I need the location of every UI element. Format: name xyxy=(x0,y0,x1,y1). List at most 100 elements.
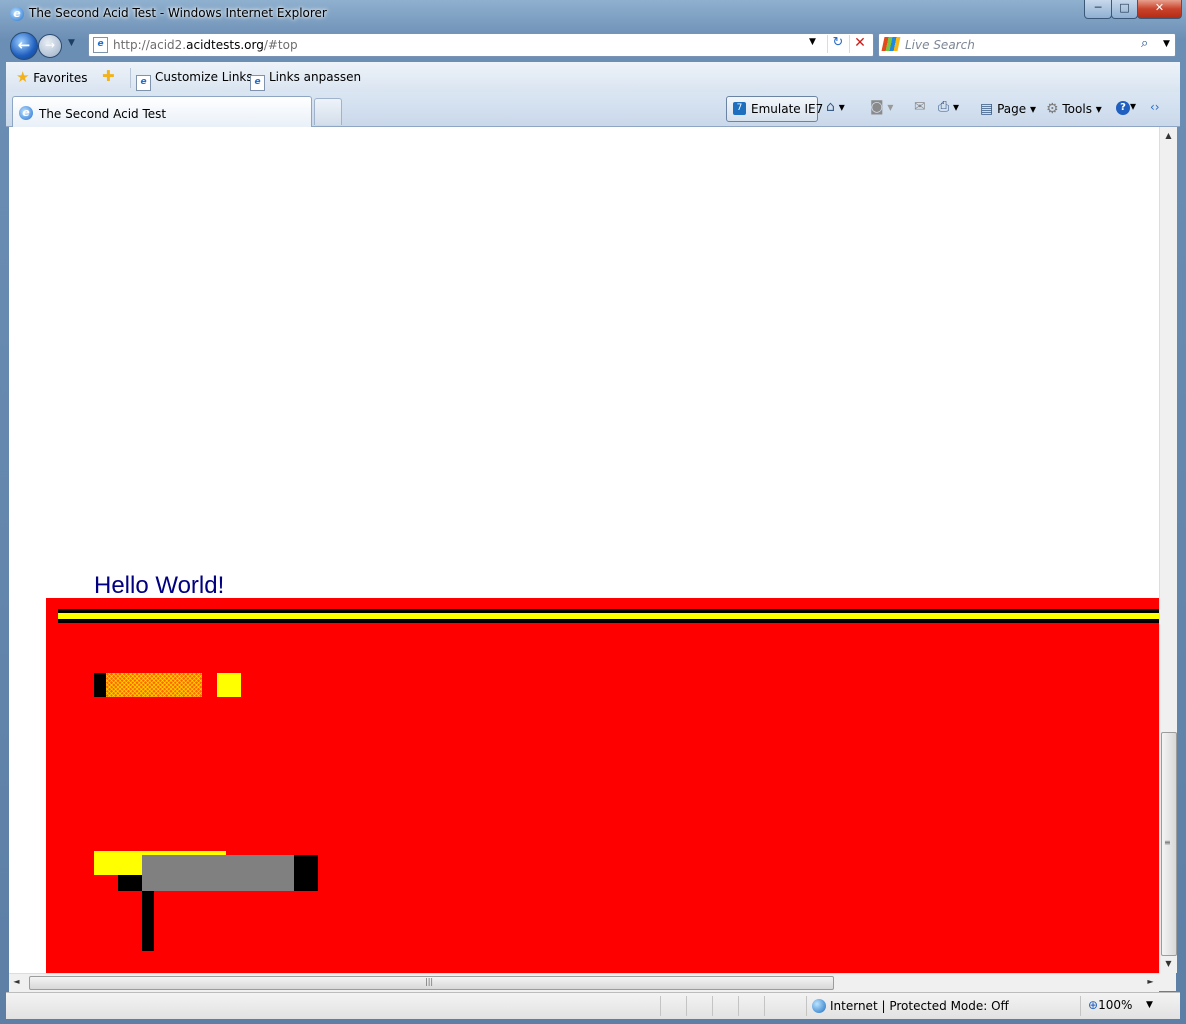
refresh-button[interactable]: ↻ xyxy=(827,35,848,53)
eye-yellow-block xyxy=(217,673,241,697)
tools-menu-label: Tools xyxy=(1062,102,1092,116)
back-button[interactable]: ← xyxy=(10,32,38,60)
mouth-black-right-block xyxy=(294,855,318,891)
address-bar[interactable]: e http://acid2.acidtests.org/#top ▼ ↻ ✕ xyxy=(88,33,874,57)
window-title: The Second Acid Test - Windows Internet … xyxy=(29,6,327,20)
zoom-level-label: 100% xyxy=(1098,998,1133,1012)
help-icon: ? xyxy=(1116,101,1130,115)
status-divider xyxy=(660,996,661,1016)
favorites-star-icon: ★ xyxy=(16,68,30,86)
zoom-level-button[interactable]: ⊕100% xyxy=(1088,998,1132,1012)
scrollbar-corner xyxy=(1159,973,1176,991)
title-bar: e The Second Acid Test - Windows Interne… xyxy=(0,0,1186,30)
recent-pages-dropdown-icon[interactable]: ▼ xyxy=(68,38,75,48)
emulate-ie7-icon: 7 xyxy=(733,102,746,115)
favorite-link-label: Customize Links xyxy=(155,70,253,84)
status-divider xyxy=(686,996,687,1016)
ie-tab-icon: e xyxy=(19,106,33,120)
scroll-grip-icon: ≡ xyxy=(1164,838,1171,847)
vertical-scroll-thumb[interactable]: ≡ xyxy=(1161,732,1177,956)
scroll-grip-icon: ||| xyxy=(425,977,434,986)
page-menu-icon: ▤ xyxy=(980,101,994,117)
favorites-bar: ★ Favorites ✚ e Customize Links e Links an… xyxy=(6,62,1180,92)
horizontal-scroll-thumb[interactable]: ||| xyxy=(29,976,834,990)
forward-button[interactable]: → xyxy=(38,34,62,58)
favorite-link-customize-links[interactable]: e Customize Links xyxy=(136,70,253,91)
face-stripe-black-bottom xyxy=(58,619,1159,623)
url-suffix: /#top xyxy=(263,38,298,52)
status-divider xyxy=(806,996,807,1016)
zoom-dropdown-icon[interactable]: ▼ xyxy=(1146,1000,1153,1010)
favorites-separator xyxy=(130,68,131,88)
search-input[interactable]: Live Search xyxy=(905,38,975,52)
security-zone-label: Internet | Protected Mode: Off xyxy=(830,999,1009,1013)
print-dropdown-icon[interactable]: ▾ xyxy=(953,100,959,114)
home-button[interactable]: ⌂ ▾ xyxy=(826,99,845,115)
home-dropdown-icon[interactable]: ▾ xyxy=(839,100,845,114)
add-to-favorites-bar-button[interactable]: ✚ xyxy=(102,67,115,85)
tab-and-command-bar: e The Second Acid Test 7 Emulate IE7 ⌂ ▾… xyxy=(6,92,1180,127)
more-commands-chevron-icon[interactable]: ‹› xyxy=(1150,100,1160,114)
close-button[interactable]: ✕ xyxy=(1137,0,1182,19)
ie-page-icon: e xyxy=(136,75,151,91)
new-tab-button[interactable] xyxy=(314,98,342,125)
emulate-ie7-button[interactable]: 7 Emulate IE7 xyxy=(726,96,823,122)
print-button[interactable]: ⎙ ▾ xyxy=(938,99,959,115)
add-favorite-icon: ✚ xyxy=(102,67,115,85)
page-viewport: Hello World! xyxy=(9,127,1159,973)
page-menu-button[interactable]: ▤ Page ▾ xyxy=(980,101,1036,117)
window-controls: ─ □ ✕ xyxy=(1084,0,1182,20)
tab-the-second-acid-test[interactable]: e The Second Acid Test xyxy=(12,96,312,127)
browser-window: e The Second Acid Test - Windows Interne… xyxy=(0,0,1186,1024)
scroll-up-arrow-icon[interactable]: ▲ xyxy=(1161,131,1176,140)
status-divider xyxy=(764,996,765,1016)
scroll-down-arrow-icon[interactable]: ▼ xyxy=(1161,959,1176,968)
live-search-logo-icon xyxy=(881,37,901,51)
favorite-link-label: Links anpassen xyxy=(269,70,362,84)
home-icon: ⌂ xyxy=(826,99,835,115)
page-heading: Hello World! xyxy=(94,572,225,599)
feeds-dropdown-icon[interactable]: ▾ xyxy=(887,100,893,114)
address-dropdown-icon[interactable]: ▼ xyxy=(809,37,816,47)
help-button[interactable]: ? ▾ xyxy=(1116,99,1136,115)
feeds-button[interactable]: ◙ ▾ xyxy=(870,99,893,115)
zoom-icon: ⊕ xyxy=(1088,998,1099,1012)
favorites-button[interactable]: ★ Favorites xyxy=(16,68,88,86)
help-dropdown-icon: ▾ xyxy=(1130,99,1137,113)
eye-black-block xyxy=(94,673,106,697)
internet-globe-icon xyxy=(812,999,826,1013)
status-divider xyxy=(1080,996,1081,1016)
mouth-gray-block xyxy=(142,855,294,891)
favorites-label: Favorites xyxy=(33,71,88,85)
page-icon: e xyxy=(93,37,108,53)
vertical-scrollbar[interactable]: ▲ ≡ ▼ xyxy=(1159,127,1177,973)
chin-black-bar xyxy=(142,891,154,951)
url-prefix: http://acid2. xyxy=(113,38,187,52)
emulate-ie7-label: Emulate IE7 xyxy=(751,102,824,116)
url-domain: acidtests.org xyxy=(186,38,264,52)
search-icon[interactable]: ⌕ xyxy=(1141,36,1148,51)
search-box[interactable]: Live Search ⌕ ▼ xyxy=(878,33,1176,57)
tools-menu-button[interactable]: ⚙ Tools ▾ xyxy=(1046,101,1102,117)
minimize-button[interactable]: ─ xyxy=(1084,0,1112,19)
favorite-link-links-anpassen[interactable]: e Links anpassen xyxy=(250,70,361,91)
stop-button[interactable]: ✕ xyxy=(849,35,870,53)
ie-logo-icon: e xyxy=(10,7,24,21)
horizontal-scrollbar[interactable]: ◄ ||| ► xyxy=(9,973,1159,992)
address-url[interactable]: http://acid2.acidtests.org/#top xyxy=(113,38,298,52)
ie-page-icon: e xyxy=(250,75,265,91)
scroll-left-arrow-icon[interactable]: ◄ xyxy=(9,977,24,986)
rss-feed-icon: ◙ xyxy=(870,99,884,115)
gear-icon: ⚙ xyxy=(1046,101,1059,117)
status-divider xyxy=(738,996,739,1016)
scroll-right-arrow-icon[interactable]: ► xyxy=(1143,977,1158,986)
status-divider xyxy=(712,996,713,1016)
search-options-dropdown-icon[interactable]: ▼ xyxy=(1163,39,1170,49)
security-zone[interactable]: Internet | Protected Mode: Off xyxy=(812,999,1009,1013)
tab-label: The Second Acid Test xyxy=(39,107,167,121)
navigation-bar: ← → ▼ e http://acid2.acidtests.org/#top … xyxy=(6,30,1180,60)
maximize-button[interactable]: □ xyxy=(1111,0,1138,19)
page-menu-dropdown-icon: ▾ xyxy=(1029,102,1036,116)
read-mail-button[interactable]: ✉ xyxy=(914,99,926,115)
page-menu-label: Page xyxy=(997,102,1027,116)
